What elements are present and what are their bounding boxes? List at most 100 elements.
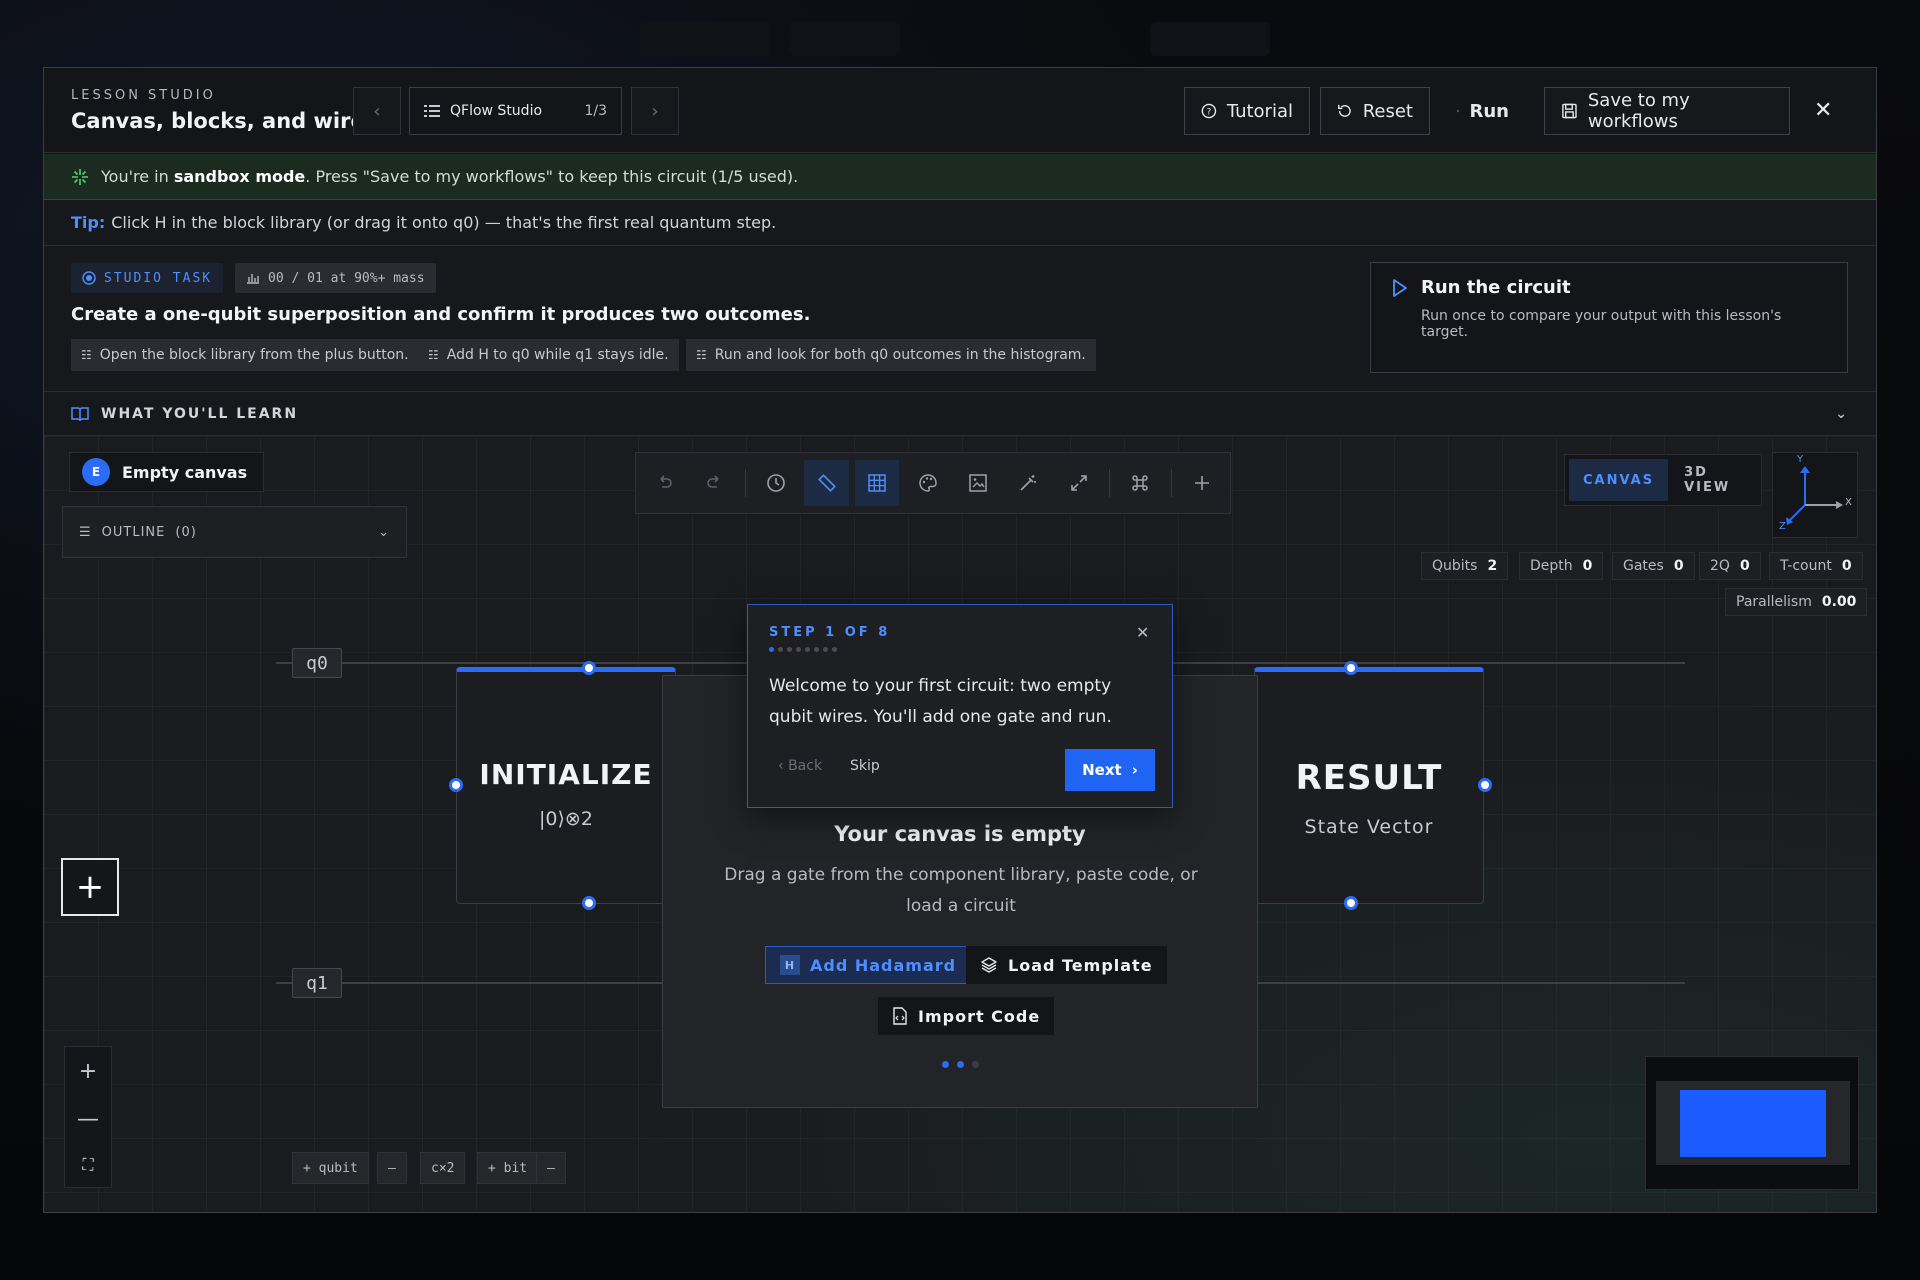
close-icon[interactable]: ✕ (1814, 98, 1832, 123)
lesson-title: Canvas, blocks, and wires (71, 109, 378, 133)
stat-parallelism: Parallelism 0.00 (1725, 588, 1868, 616)
avatar: E (82, 458, 110, 486)
play-icon (1393, 278, 1407, 297)
auto-arrange-button[interactable] (1006, 460, 1050, 506)
fullscreen-button[interactable]: ⛶ (82, 1155, 93, 1175)
chevron-left-icon: ‹ (373, 100, 381, 122)
block-port[interactable] (449, 778, 463, 792)
run-circuit-card[interactable]: Run the circuit Run once to compare your… (1370, 262, 1848, 373)
theme-button[interactable] (905, 460, 949, 506)
remove-bit-button[interactable]: — (536, 1152, 566, 1184)
block-port[interactable] (1344, 896, 1358, 910)
command-icon (1132, 475, 1149, 491)
remove-qubit-button[interactable]: — (377, 1152, 407, 1184)
zoom-controls: + — ⛶ (64, 1046, 112, 1188)
import-code-label: Import Code (918, 1006, 1041, 1026)
add-hadamard-label: Add Hadamard (810, 955, 957, 975)
outline-dropdown[interactable]: ☰ OUTLINE (0) ⌄ (62, 506, 407, 558)
block-port[interactable] (1344, 661, 1358, 675)
list-icon (424, 105, 440, 117)
background-nav-item (640, 22, 770, 56)
circuit-canvas[interactable]: E Empty canvas ☰ OUTLINE (0) ⌄ CANVAS 3D… (44, 436, 1876, 1212)
block-port[interactable] (1478, 778, 1492, 792)
open-block-library-button[interactable]: + (61, 858, 119, 916)
pager-dot[interactable] (971, 1061, 979, 1068)
workspace-chip[interactable]: E Empty canvas (69, 452, 264, 492)
initialize-block[interactable]: INITIALIZE |0⟩⊗2 (456, 667, 676, 904)
palette-icon (918, 474, 937, 492)
tour-skip-button[interactable]: Skip (850, 758, 880, 774)
add-block-button[interactable] (1179, 460, 1223, 506)
redo-button[interactable] (692, 460, 736, 506)
tip-bar: Tip: Click H in the block library (or dr… (44, 200, 1876, 246)
tour-back-button[interactable]: ‹ Back (778, 758, 822, 774)
pager-dot[interactable] (941, 1061, 949, 1068)
result-block[interactable]: RESULT State Vector (1254, 667, 1484, 904)
zoom-in-button[interactable]: + (79, 1059, 97, 1084)
task-question: Create a one-qubit superposition and con… (71, 304, 811, 325)
history-button[interactable] (754, 460, 798, 506)
save-workflow-button[interactable]: Save to my workflows (1544, 87, 1790, 135)
toolbar-divider (744, 469, 746, 497)
run-card-description: Run once to compare your output with thi… (1421, 308, 1782, 340)
pager-dot[interactable] (956, 1061, 964, 1068)
add-bit-button[interactable]: + bit (477, 1152, 539, 1184)
task-step-chip: ☷ Open the block library from the plus bu… (71, 339, 419, 371)
reset-button[interactable]: Reset (1320, 87, 1430, 135)
reset-icon (1338, 104, 1351, 117)
axes-gizmo[interactable]: Y X Z (1772, 452, 1858, 538)
hadamard-badge: H (780, 955, 800, 975)
tip-label: Tip: (71, 213, 106, 232)
close-icon[interactable]: ✕ (1136, 623, 1149, 642)
modal-header: LESSON STUDIO Canvas, blocks, and wires … (44, 68, 1876, 153)
tab-canvas[interactable]: CANVAS (1569, 459, 1669, 501)
add-qubit-button[interactable]: + qubit (292, 1152, 369, 1184)
initialize-title: INITIALIZE (479, 758, 653, 791)
zoom-out-button[interactable]: — (77, 1107, 99, 1132)
minimap-viewport[interactable] (1680, 1090, 1826, 1157)
ruler-tool-button[interactable] (804, 460, 849, 506)
studio-selector[interactable]: QFlow Studio 1/3 (409, 87, 622, 135)
result-title: RESULT (1295, 758, 1443, 798)
qubit-label-q1[interactable]: q1 (292, 968, 342, 998)
undo-button[interactable] (642, 460, 686, 506)
what-youll-learn-toggle[interactable]: WHAT YOU'LL LEARN ⌄ (44, 392, 1876, 436)
background-nav-item (790, 22, 900, 56)
redo-icon (706, 475, 719, 488)
tab-3d-view[interactable]: 3D VIEW (1670, 459, 1757, 501)
next-lesson-button[interactable]: › (631, 87, 679, 135)
import-code-button[interactable]: Import Code (878, 997, 1055, 1035)
checklist-icon: ☷ (696, 348, 707, 362)
minimap[interactable] (1645, 1056, 1859, 1190)
initialize-state: |0⟩⊗2 (539, 808, 593, 830)
clock-icon (767, 474, 785, 492)
command-palette-button[interactable] (1118, 460, 1162, 506)
tour-dot (832, 647, 837, 652)
tour-next-button[interactable]: Next › (1065, 749, 1155, 791)
outline-label: OUTLINE (101, 524, 166, 540)
tour-dot (814, 647, 819, 652)
studio-name: QFlow Studio (450, 103, 543, 119)
tour-dot (778, 647, 783, 652)
block-port[interactable] (582, 661, 596, 675)
block-port[interactable] (582, 896, 596, 910)
run-button[interactable]: Run (1441, 87, 1525, 135)
tour-message: Welcome to your first circuit: two empty… (769, 676, 1112, 727)
toolbar-divider (1109, 469, 1111, 497)
run-label: Run (1469, 100, 1510, 122)
prev-lesson-button[interactable]: ‹ (353, 87, 401, 135)
tutorial-button[interactable]: ? Tutorial (1184, 87, 1310, 135)
qubit-label-q0[interactable]: q0 (292, 648, 342, 678)
chevron-right-icon: › (1131, 761, 1138, 779)
fit-view-button[interactable] (1057, 460, 1101, 506)
add-hadamard-button[interactable]: H Add Hadamard (765, 946, 972, 984)
checklist-icon: ☷ (81, 348, 92, 362)
chevron-down-icon: ⌄ (1835, 405, 1849, 422)
grid-toggle-button[interactable] (854, 460, 900, 506)
load-template-button[interactable]: Load Template (966, 946, 1167, 984)
load-template-label: Load Template (1008, 955, 1153, 975)
classical-bits-indicator: c×2 (420, 1152, 466, 1184)
svg-text:?: ? (1207, 108, 1212, 118)
image-export-button[interactable] (956, 460, 1000, 506)
layers-icon (981, 957, 997, 973)
